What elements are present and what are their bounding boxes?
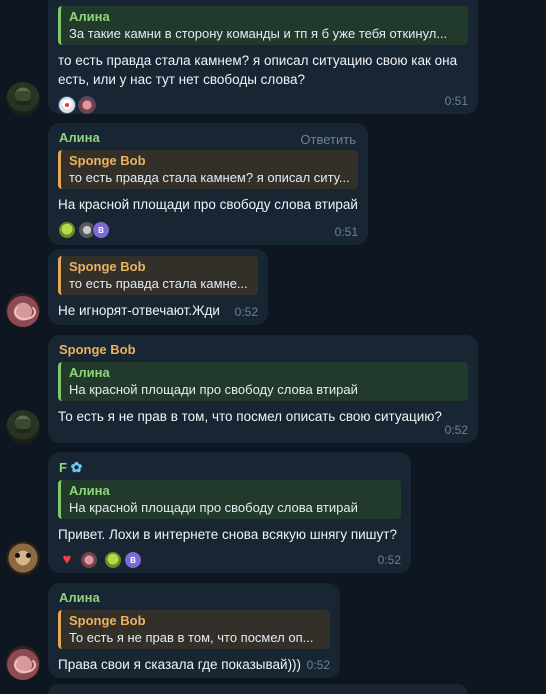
message-text: то есть правда стала камнем? я описал си…	[58, 53, 458, 87]
reaction-chip[interactable]	[58, 94, 96, 116]
sick-face-icon	[58, 221, 76, 239]
sick-face-icon	[104, 551, 122, 569]
reply-quote[interactable]: Sponge Bob то есть правда стала камне...	[58, 256, 258, 295]
reply-text: За такие камни в сторону команды и тп я …	[69, 26, 448, 41]
reply-text: то есть правда стала камнем? я описал си…	[69, 170, 350, 185]
message-text: Привет. Лохи в интернете снова всякую шн…	[58, 527, 397, 542]
reply-quote[interactable]: Sponge Bob то есть правда стала камнем? …	[58, 150, 358, 189]
message-bubble[interactable]: Алина Sponge Bob То есть я не прав в том…	[48, 583, 340, 678]
reply-sender: Алина	[69, 9, 110, 24]
reply-text: На красной площади про свободу слова вти…	[69, 500, 358, 515]
avatar[interactable]	[6, 293, 40, 327]
reply-button[interactable]: Ответить	[300, 132, 356, 147]
reactions: B	[58, 219, 358, 241]
message-text: То есть я не прав в том, что посмел опис…	[58, 409, 442, 424]
message-time: 0:51	[444, 94, 468, 108]
message-time: 0:52	[306, 658, 330, 672]
message-bubble[interactable]: Алина За такие камни в сторону команды и…	[48, 0, 478, 114]
reply-text: На красной площади про свободу слова вти…	[69, 382, 358, 397]
reply-quote[interactable]: Алина За такие камни в сторону команды и…	[58, 6, 468, 45]
clown-icon	[58, 96, 76, 114]
message-bubble[interactable]: F ✿ Алина На красной площади про свободу…	[48, 452, 411, 573]
message-time: 0:52	[234, 305, 258, 319]
reply-quote[interactable]: Алина На красной площади про свободу сло…	[58, 480, 401, 519]
reply-quote[interactable]: Алина На красной площади про свободу сло…	[58, 362, 468, 401]
message-bubble[interactable]: Sponge Bob Алина На красной площади про …	[48, 335, 478, 443]
avatar[interactable]	[6, 410, 40, 444]
reply-sender: Sponge Bob	[69, 613, 146, 628]
message-bubble-partial[interactable]	[48, 684, 468, 694]
message-bubble[interactable]: Sponge Bob то есть правда стала камне...…	[48, 249, 268, 325]
reply-quote[interactable]: Sponge Bob То есть я не прав в том, что …	[58, 610, 330, 649]
brain-icon	[80, 551, 98, 569]
avatar-b-icon: B	[92, 221, 110, 239]
reply-sender: Sponge Bob	[69, 259, 146, 274]
sender-name[interactable]: Sponge Bob	[59, 341, 468, 359]
message-time: 0:52	[377, 553, 401, 567]
message-text: На красной площади про свободу слова вти…	[58, 197, 358, 212]
reply-text: То есть я не прав в том, что посмел оп..…	[69, 630, 314, 645]
message-bubble[interactable]: Алина Ответить Sponge Bob то есть правда…	[48, 123, 368, 245]
avatar-b-icon: B	[124, 551, 142, 569]
flower-icon: ✿	[70, 459, 83, 475]
avatar[interactable]	[6, 646, 40, 680]
reactions: ♥ B	[58, 549, 401, 571]
message-time: 0:51	[334, 225, 358, 239]
brain-icon	[78, 96, 96, 114]
message-time: 0:52	[444, 423, 468, 437]
avatar[interactable]	[6, 82, 40, 116]
sender-name[interactable]: F ✿	[59, 458, 401, 477]
reaction-chip[interactable]: B	[58, 219, 110, 241]
reply-sender: Sponge Bob	[69, 153, 146, 168]
reply-sender: Алина	[69, 483, 110, 498]
message-text: Права свои я сказала где показывай)))	[58, 657, 302, 672]
reply-sender: Алина	[69, 365, 110, 380]
sender-name[interactable]: Алина	[59, 589, 330, 607]
avatar[interactable]	[6, 541, 40, 575]
heart-icon: ♥	[62, 551, 72, 568]
message-text: Не игнорят-отвечают.Жди	[58, 303, 220, 318]
reply-text: то есть правда стала камне...	[69, 276, 248, 291]
reaction-chip[interactable]: ♥ B	[58, 549, 142, 571]
reactions	[58, 94, 468, 116]
